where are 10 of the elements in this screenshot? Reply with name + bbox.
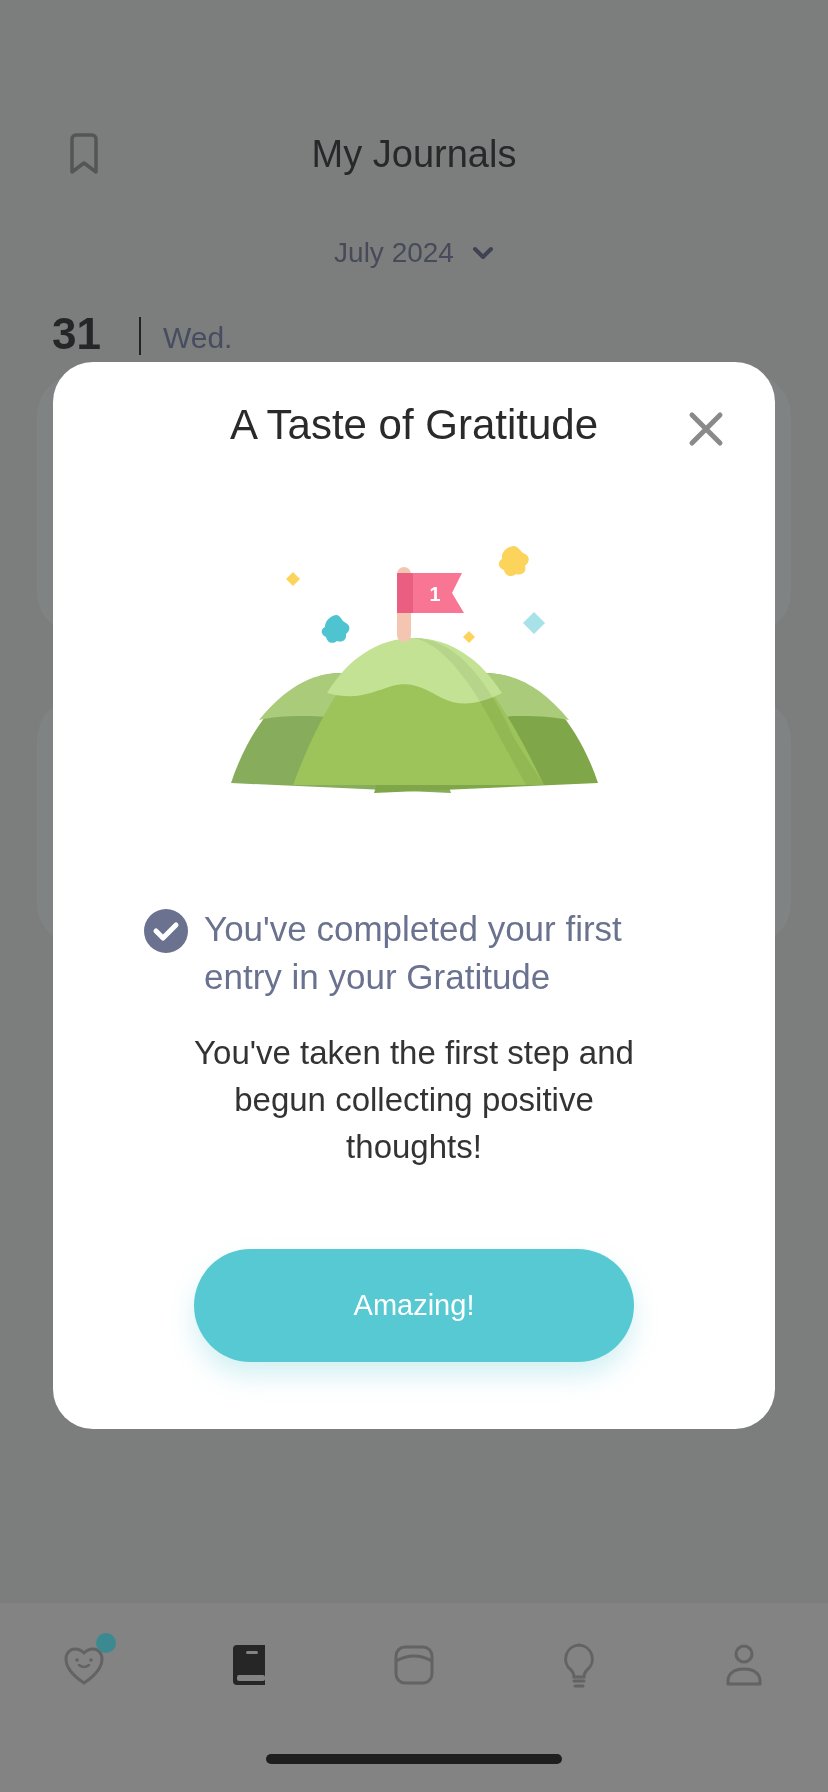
message-text: You've taken the first step and begun collecting positive thoughts! (193, 1033, 635, 1167)
close-button[interactable] (687, 410, 725, 448)
amazing-button[interactable]: Amazing! (194, 1249, 634, 1362)
mountain-flag-drawing: 1 (229, 545, 599, 795)
achievement-text: You've completed your first entry in your Gratitude (204, 908, 623, 998)
page-title: My Journals (311, 132, 517, 176)
modal-title: A Taste of Gratitude (229, 400, 599, 450)
bookmark-icon[interactable] (68, 133, 100, 175)
chevron-down-icon (471, 246, 494, 260)
date-number: 31 (52, 309, 101, 359)
